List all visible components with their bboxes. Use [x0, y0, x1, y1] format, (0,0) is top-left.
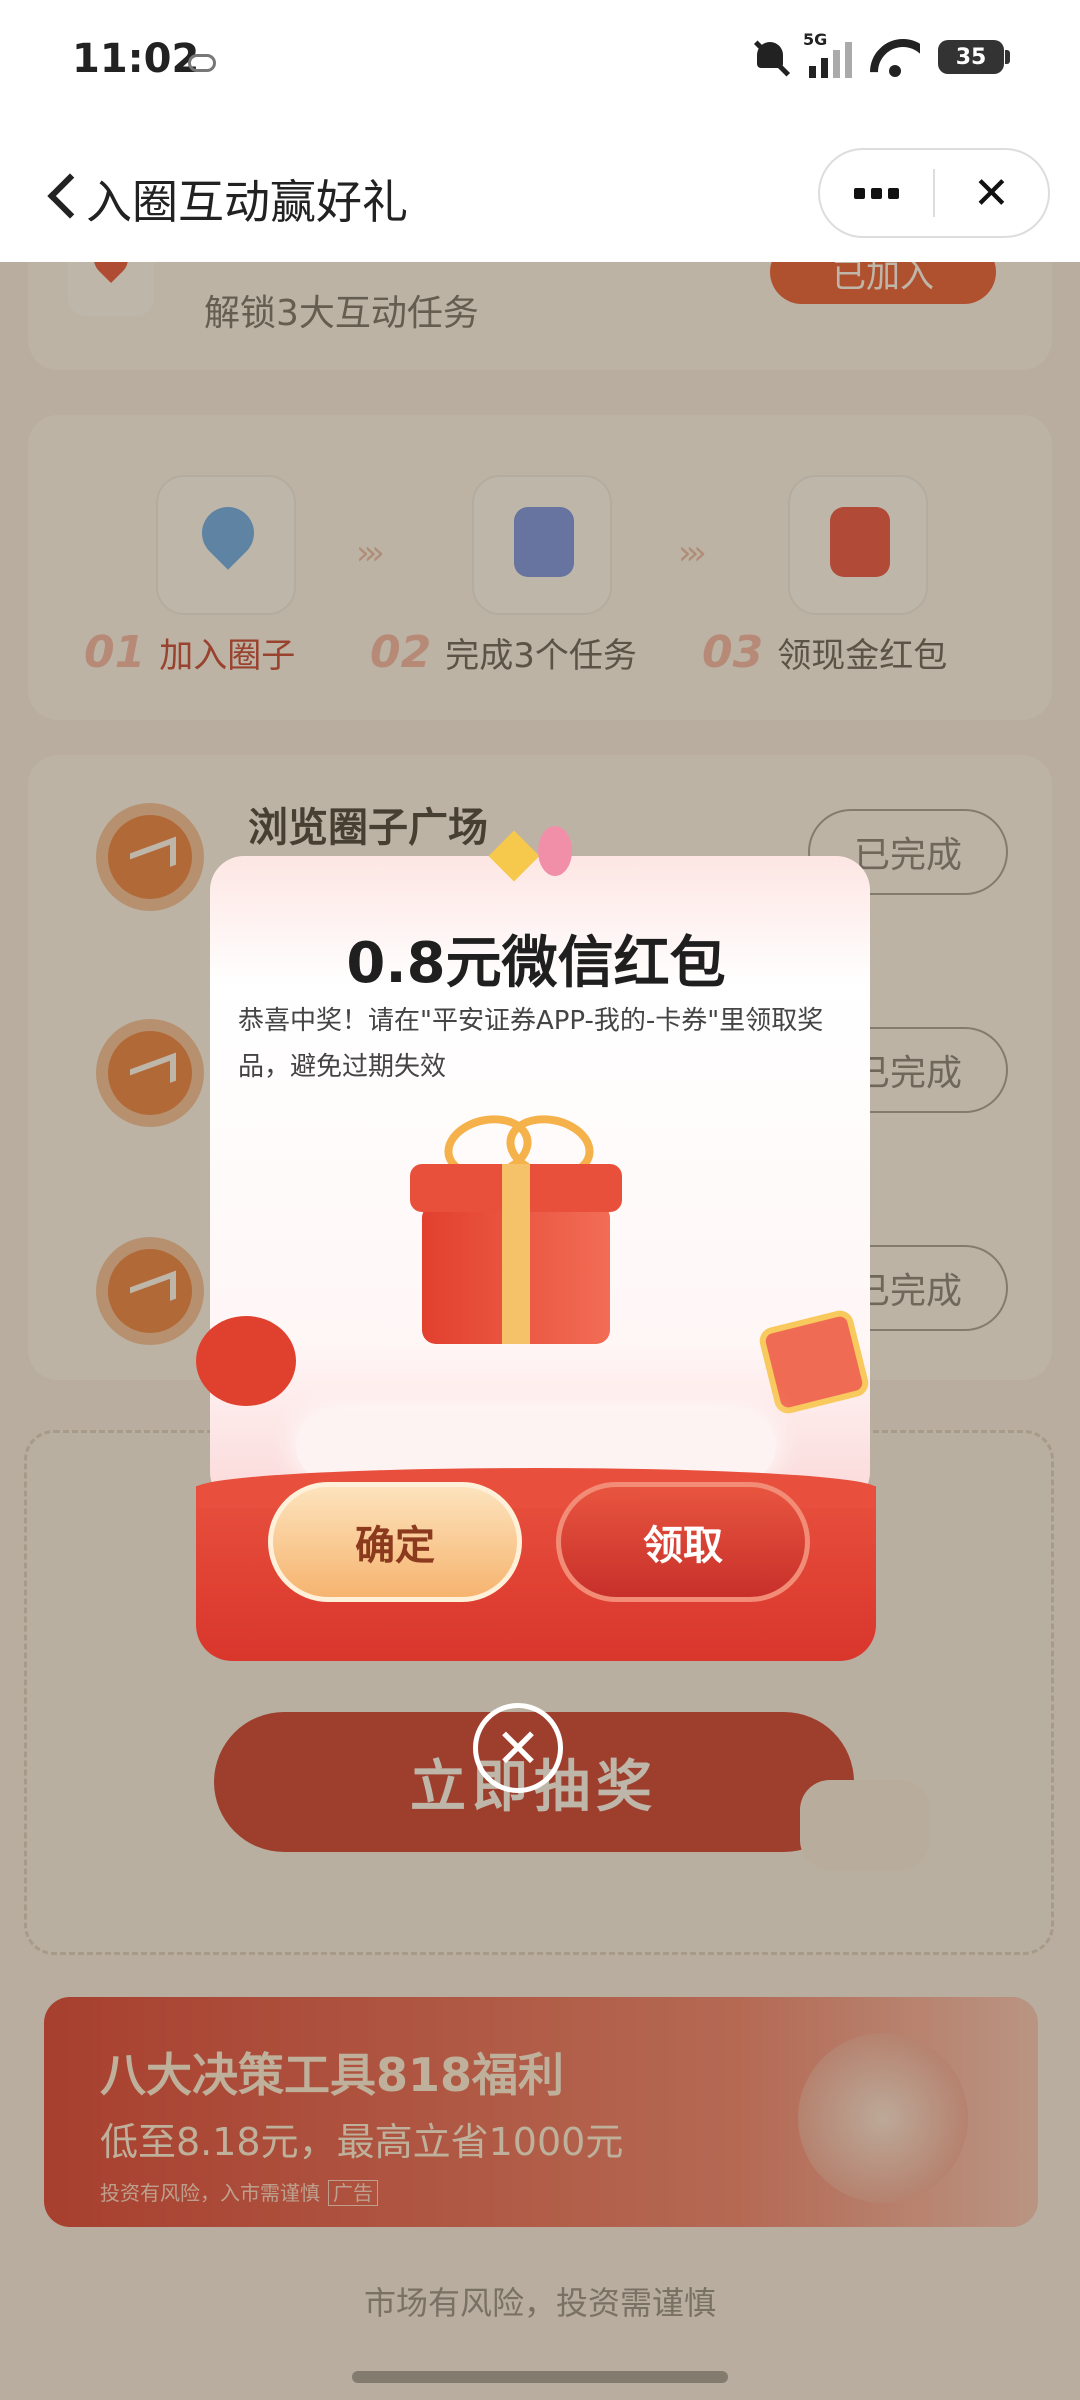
modal-close-icon[interactable]: ✕	[473, 1703, 563, 1793]
more-icon[interactable]	[820, 150, 933, 236]
battery-icon: 35	[938, 40, 1010, 74]
status-bar: 11:02 5G 35	[0, 0, 1080, 130]
back-icon[interactable]	[40, 170, 84, 220]
prize-description: 恭喜中奖！请在"平安证券APP-我的-卡券"里领取奖品，避免过期失效	[238, 1006, 824, 1082]
close-icon[interactable]: ✕	[935, 150, 1048, 236]
page-title: 入圈互动赢好礼	[86, 175, 408, 229]
notification-icon	[188, 54, 216, 72]
mini-program-capsule: ✕	[818, 148, 1050, 238]
mute-icon	[749, 36, 791, 78]
confirm-button[interactable]: 确定	[268, 1482, 522, 1602]
prize-modal: 0.8元微信红包 恭喜中奖！请在"平安证券APP-我的-卡券"里领取奖品，避免过…	[196, 826, 876, 1661]
status-time: 11:02	[72, 36, 200, 82]
gift-box-icon	[410, 1146, 622, 1344]
claim-button[interactable]: 领取	[556, 1482, 810, 1602]
signal-icon: 5G	[803, 30, 852, 78]
wifi-icon	[870, 37, 920, 77]
network-label: 5G	[803, 30, 828, 49]
title-bar: 入圈互动赢好礼 ✕	[0, 130, 1080, 262]
money-bag-icon	[196, 1316, 296, 1406]
confetti-icon	[496, 826, 586, 896]
prize-amount: 0.8元微信红包	[346, 931, 726, 996]
